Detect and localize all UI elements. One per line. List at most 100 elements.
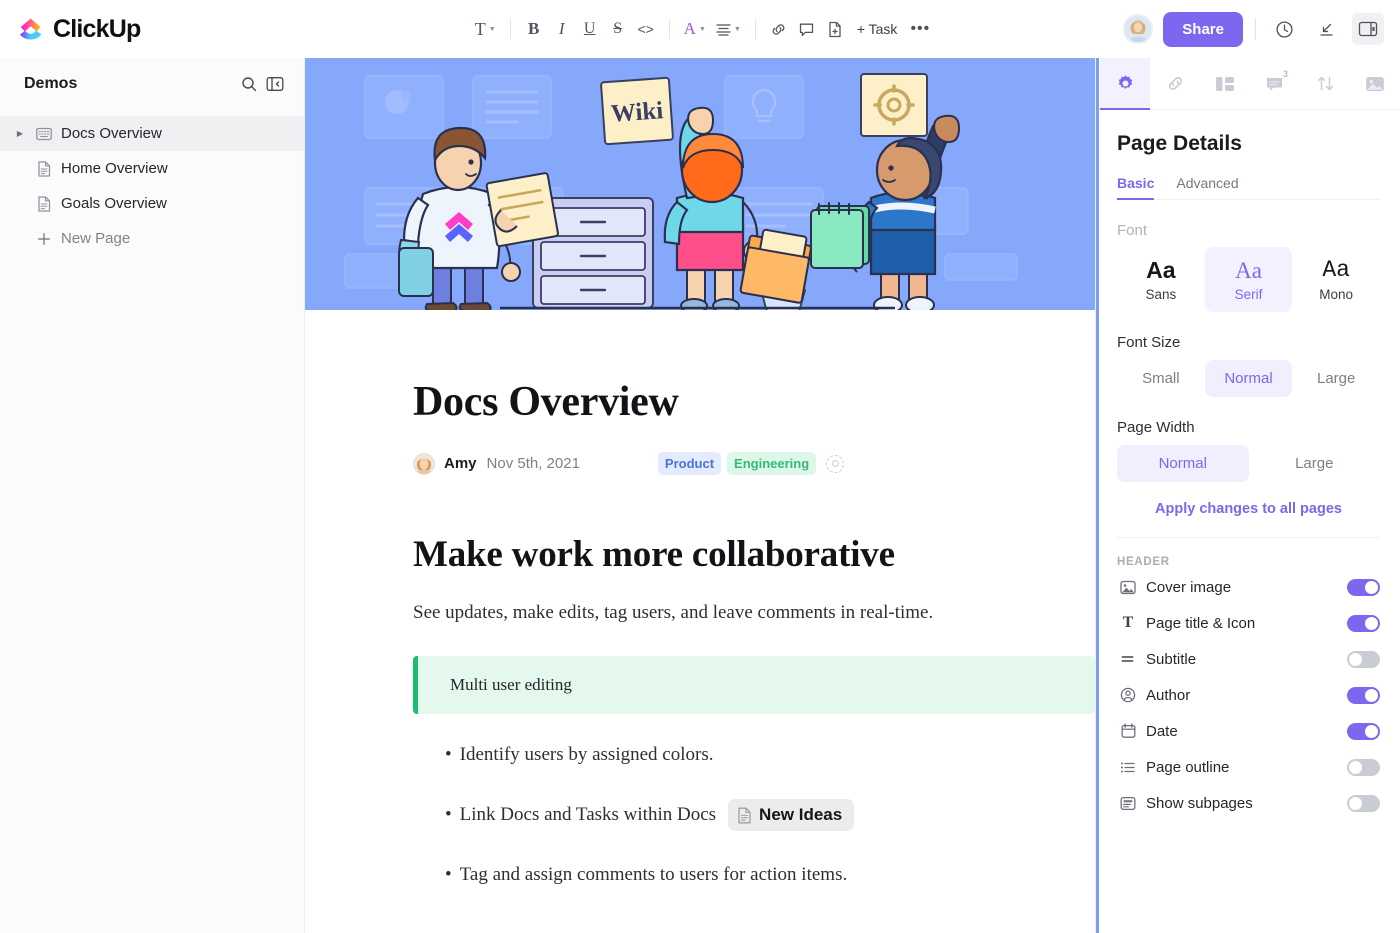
bullet-dot: •: [445, 864, 452, 885]
share-button[interactable]: Share: [1163, 11, 1243, 47]
layout-icon: [1215, 75, 1235, 93]
sidebar-item-goals-overview[interactable]: ▶ Goals Overview: [0, 186, 304, 221]
sidebar: Demos ▶ Docs Overview Home Overview Goal…: [0, 58, 305, 933]
subpages-icon: [1117, 796, 1139, 811]
avatar[interactable]: [1123, 14, 1154, 44]
sidebar-item-label: New Page: [61, 230, 131, 247]
panel-subtabs: Basic Advanced: [1117, 175, 1380, 200]
page-width-normal[interactable]: Normal: [1117, 445, 1249, 483]
subtab-advanced[interactable]: Advanced: [1176, 175, 1238, 199]
tag-engineering[interactable]: Engineering: [727, 452, 817, 475]
list-item-text: Link Docs and Tasks within Docs: [459, 804, 717, 825]
toggle-row-author[interactable]: Author: [1117, 678, 1380, 712]
list-item[interactable]: • Tag and assign comments to users for a…: [445, 864, 1035, 886]
download-arrow-icon[interactable]: [1310, 13, 1342, 45]
gear-icon: [1116, 74, 1135, 93]
toggle-row-cover-image[interactable]: Cover image: [1117, 570, 1380, 604]
add-task-button[interactable]: + Task: [849, 14, 906, 44]
page-button[interactable]: [821, 14, 849, 44]
tab-sort[interactable]: [1300, 58, 1350, 109]
brand-name: ClickUp: [53, 14, 141, 43]
font-option-serif[interactable]: Aa Serif: [1204, 247, 1293, 313]
search-icon[interactable]: [236, 71, 262, 97]
bold-button[interactable]: B: [520, 14, 548, 44]
tab-comments[interactable]: 3: [1250, 58, 1300, 109]
list-item-text: Identify users by assigned colors.: [459, 744, 714, 765]
toggle-label: Date: [1146, 722, 1178, 740]
toggle-row-page-outline[interactable]: Page outline: [1117, 750, 1380, 784]
font-size-small[interactable]: Small: [1117, 360, 1205, 397]
history-clock-icon[interactable]: [1268, 13, 1300, 45]
add-task-label: + Task: [856, 21, 898, 37]
toggle-date[interactable]: [1347, 722, 1380, 740]
list-item[interactable]: • Identify users by assigned colors.: [445, 744, 1035, 766]
toggle-subtitle[interactable]: [1347, 650, 1380, 668]
comment-button[interactable]: [793, 14, 821, 44]
font-option-sans[interactable]: Aa Sans: [1117, 247, 1205, 312]
text-color-button[interactable]: A ▼: [679, 14, 711, 44]
cover-image[interactable]: Wiki: [305, 58, 1095, 310]
toolbar-divider: [668, 19, 670, 39]
header-toggle-list: Cover image T Page title & Icon Subtitle…: [1117, 570, 1380, 820]
underline-button[interactable]: U: [576, 14, 604, 44]
code-button[interactable]: <>: [632, 14, 660, 44]
bullet-dot: •: [445, 804, 452, 825]
more-options-button[interactable]: •••: [905, 14, 935, 44]
task-chip-label: New Ideas: [759, 805, 843, 824]
docs-book-icon: [35, 125, 52, 142]
strikethrough-button[interactable]: S: [604, 14, 632, 44]
list-item[interactable]: • Link Docs and Tasks within Docs New Id: [445, 799, 1035, 831]
italic-button[interactable]: I: [548, 14, 576, 44]
text-style-button[interactable]: T ▼: [470, 14, 501, 44]
tab-settings[interactable]: [1100, 58, 1150, 110]
link-button[interactable]: [765, 14, 793, 44]
document-date[interactable]: Nov 5th, 2021: [487, 455, 580, 472]
toggle-show-subpages[interactable]: [1347, 794, 1380, 812]
page-width-large[interactable]: Large: [1249, 445, 1381, 482]
add-tag-icon[interactable]: [826, 454, 845, 473]
font-option-mono[interactable]: Aa Mono: [1292, 247, 1380, 312]
toolbar-divider: [754, 19, 756, 39]
toggle-row-date[interactable]: Date: [1117, 714, 1380, 748]
author-avatar[interactable]: [413, 452, 435, 475]
brand[interactable]: ClickUp: [0, 15, 305, 44]
plus-icon: [35, 230, 52, 247]
toggle-label: Author: [1146, 686, 1191, 704]
page-title[interactable]: Docs Overview: [413, 378, 1035, 426]
callout-text: Multi user editing: [450, 675, 572, 694]
align-button[interactable]: ▼: [711, 14, 746, 44]
tab-relationships[interactable]: [1150, 58, 1200, 109]
sidebar-item-docs-overview[interactable]: ▶ Docs Overview: [0, 116, 304, 151]
task-chip-new-ideas[interactable]: New Ideas: [728, 799, 855, 831]
toggle-cover-image[interactable]: [1347, 578, 1380, 596]
sort-arrows-icon: [1316, 74, 1335, 93]
toggle-right-panel-icon[interactable]: [1352, 13, 1384, 45]
page-width-label: Page Width: [1117, 419, 1195, 437]
tab-templates[interactable]: [1200, 58, 1250, 109]
callout-block[interactable]: Multi user editing: [413, 656, 1095, 714]
toggle-page-title[interactable]: [1347, 614, 1380, 632]
tab-cover[interactable]: [1350, 58, 1400, 109]
sidebar-item-home-overview[interactable]: ▶ Home Overview: [0, 151, 304, 186]
toggle-author[interactable]: [1347, 686, 1380, 704]
font-size-large[interactable]: Large: [1292, 360, 1380, 397]
page-icon: [35, 160, 52, 177]
main-body: Demos ▶ Docs Overview Home Overview Goal…: [0, 58, 1400, 933]
top-bar: ClickUp T ▼ B I U S <> A ▼ ▼ + Task ••• …: [0, 0, 1400, 58]
section-paragraph[interactable]: See updates, make edits, tag users, and …: [413, 602, 1035, 624]
collapse-sidebar-icon[interactable]: [262, 71, 288, 97]
tag-product[interactable]: Product: [657, 452, 722, 475]
toggle-row-subtitle[interactable]: Subtitle: [1117, 642, 1380, 676]
font-size-normal[interactable]: Normal: [1204, 360, 1293, 398]
section-heading[interactable]: Make work more collaborative: [413, 533, 1035, 576]
divider: [1117, 537, 1380, 539]
list-item-text: Tag and assign comments to users for act…: [459, 864, 848, 885]
chevron-right-icon[interactable]: ▶: [14, 129, 26, 138]
toggle-page-outline[interactable]: [1347, 758, 1380, 776]
toggle-row-show-subpages[interactable]: Show subpages: [1117, 786, 1380, 820]
toggle-row-page-title[interactable]: T Page title & Icon: [1117, 606, 1380, 640]
subtab-basic[interactable]: Basic: [1117, 175, 1155, 200]
sidebar-item-new-page[interactable]: ▶ New Page: [0, 221, 304, 256]
apply-all-pages-link[interactable]: Apply changes to all pages: [1117, 501, 1380, 517]
align-icon: [716, 23, 731, 36]
